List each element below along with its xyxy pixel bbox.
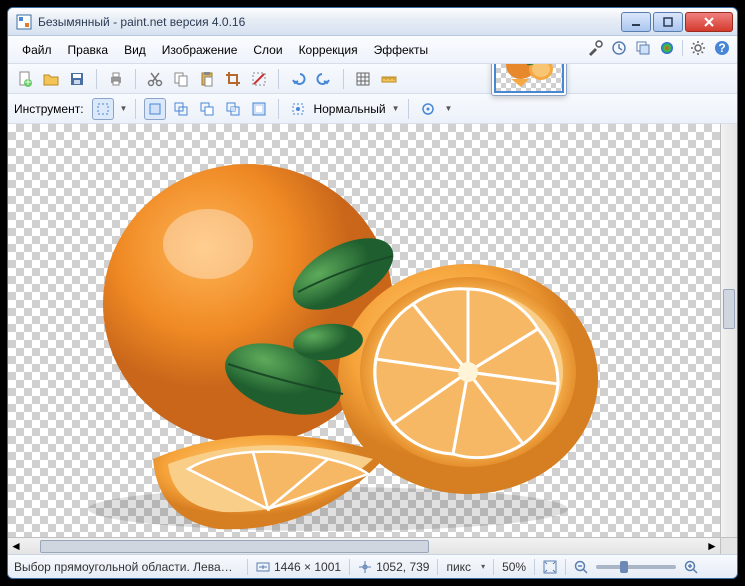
- canvas-area: ◄ ►: [8, 124, 737, 554]
- hscroll-left-icon[interactable]: ◄: [8, 538, 24, 554]
- menu-image[interactable]: Изображение: [154, 39, 246, 61]
- crop-icon[interactable]: [222, 68, 244, 90]
- titlebar: Безымянный - paint.net версия 4.0.16: [8, 8, 737, 36]
- main-toolbar: +: [8, 64, 737, 94]
- fit-window-icon[interactable]: [543, 560, 557, 574]
- zoom-slider[interactable]: [596, 565, 676, 569]
- settings-icon[interactable]: [689, 39, 707, 57]
- vscroll-thumb[interactable]: [723, 289, 735, 329]
- selection-subtract-icon[interactable]: [196, 98, 218, 120]
- dimensions-icon: [256, 560, 270, 574]
- menu-view[interactable]: Вид: [116, 39, 154, 61]
- colors-window-icon[interactable]: [658, 39, 676, 57]
- tool-label: Инструмент:: [14, 102, 84, 116]
- statusbar: Выбор прямоугольной области. Левая кнопк…: [8, 554, 737, 578]
- hscroll-right-icon[interactable]: ►: [704, 538, 720, 554]
- horizontal-scrollbar[interactable]: ◄ ►: [8, 537, 720, 554]
- svg-text:?: ?: [718, 41, 725, 55]
- selection-replace-icon[interactable]: [144, 98, 166, 120]
- selection-add-icon[interactable]: [170, 98, 192, 120]
- tools-window-icon[interactable]: [586, 39, 604, 57]
- vertical-scrollbar[interactable]: [720, 124, 737, 537]
- deselect-icon[interactable]: [248, 68, 270, 90]
- tool-options-bar: Инструмент: ▼ Нормальный ▼ ▼: [8, 94, 737, 124]
- selection-intersect-icon[interactable]: [222, 98, 244, 120]
- minimize-button[interactable]: [621, 12, 651, 32]
- hscroll-thumb[interactable]: [40, 540, 429, 553]
- window-title: Безымянный - paint.net версия 4.0.16: [38, 15, 245, 29]
- svg-text:+: +: [24, 75, 31, 87]
- ruler-icon[interactable]: [378, 68, 400, 90]
- status-hint: Выбор прямоугольной области. Левая кнопк…: [14, 560, 239, 574]
- status-cursor: 1052, 739: [376, 560, 429, 574]
- unit-dropdown-icon[interactable]: ▾: [481, 562, 485, 571]
- zoom-slider-knob[interactable]: [620, 561, 628, 573]
- cut-icon[interactable]: [144, 68, 166, 90]
- open-folder-icon[interactable]: [40, 68, 62, 90]
- scroll-corner: [720, 537, 737, 554]
- cursor-pos-icon: [358, 560, 372, 574]
- status-unit[interactable]: пикс: [446, 560, 471, 574]
- canvas-content: [58, 124, 618, 534]
- menubar: Файл Правка Вид Изображение Слои Коррекц…: [8, 36, 737, 64]
- app-window: Безымянный - paint.net версия 4.0.16 ★ Ф…: [7, 7, 738, 579]
- canvas-background[interactable]: [8, 124, 720, 537]
- menu-edit[interactable]: Правка: [60, 39, 117, 61]
- sampling-dropdown-icon[interactable]: ▼: [445, 104, 453, 113]
- new-file-icon[interactable]: +: [14, 68, 36, 90]
- sampling-icon[interactable]: [417, 98, 439, 120]
- menu-layers[interactable]: Слои: [245, 39, 290, 61]
- status-dimensions: 1446 × 1001: [274, 560, 341, 574]
- status-zoom[interactable]: 50%: [502, 560, 526, 574]
- flood-mode-icon[interactable]: [287, 98, 309, 120]
- redo-icon[interactable]: [313, 68, 335, 90]
- tool-dropdown-icon[interactable]: ▼: [120, 104, 128, 113]
- print-icon[interactable]: [105, 68, 127, 90]
- selection-invert-icon[interactable]: [248, 98, 270, 120]
- grid-icon[interactable]: [352, 68, 374, 90]
- rect-select-tool[interactable]: [92, 98, 114, 120]
- zoom-in-icon[interactable]: [684, 560, 698, 574]
- copy-icon[interactable]: [170, 68, 192, 90]
- menu-file[interactable]: Файл: [14, 39, 60, 61]
- blend-dropdown-icon[interactable]: ▼: [392, 104, 400, 113]
- undo-icon[interactable]: [287, 68, 309, 90]
- help-icon[interactable]: ?: [713, 39, 731, 57]
- paste-icon[interactable]: [196, 68, 218, 90]
- zoom-out-icon[interactable]: [574, 560, 588, 574]
- close-button[interactable]: [685, 12, 733, 32]
- layers-window-icon[interactable]: [634, 39, 652, 57]
- maximize-button[interactable]: [653, 12, 683, 32]
- menu-effects[interactable]: Эффекты: [366, 39, 437, 61]
- save-icon[interactable]: [66, 68, 88, 90]
- menu-adjust[interactable]: Коррекция: [291, 39, 366, 61]
- app-icon: [16, 14, 32, 30]
- blend-mode-label[interactable]: Нормальный: [313, 102, 385, 116]
- history-window-icon[interactable]: [610, 39, 628, 57]
